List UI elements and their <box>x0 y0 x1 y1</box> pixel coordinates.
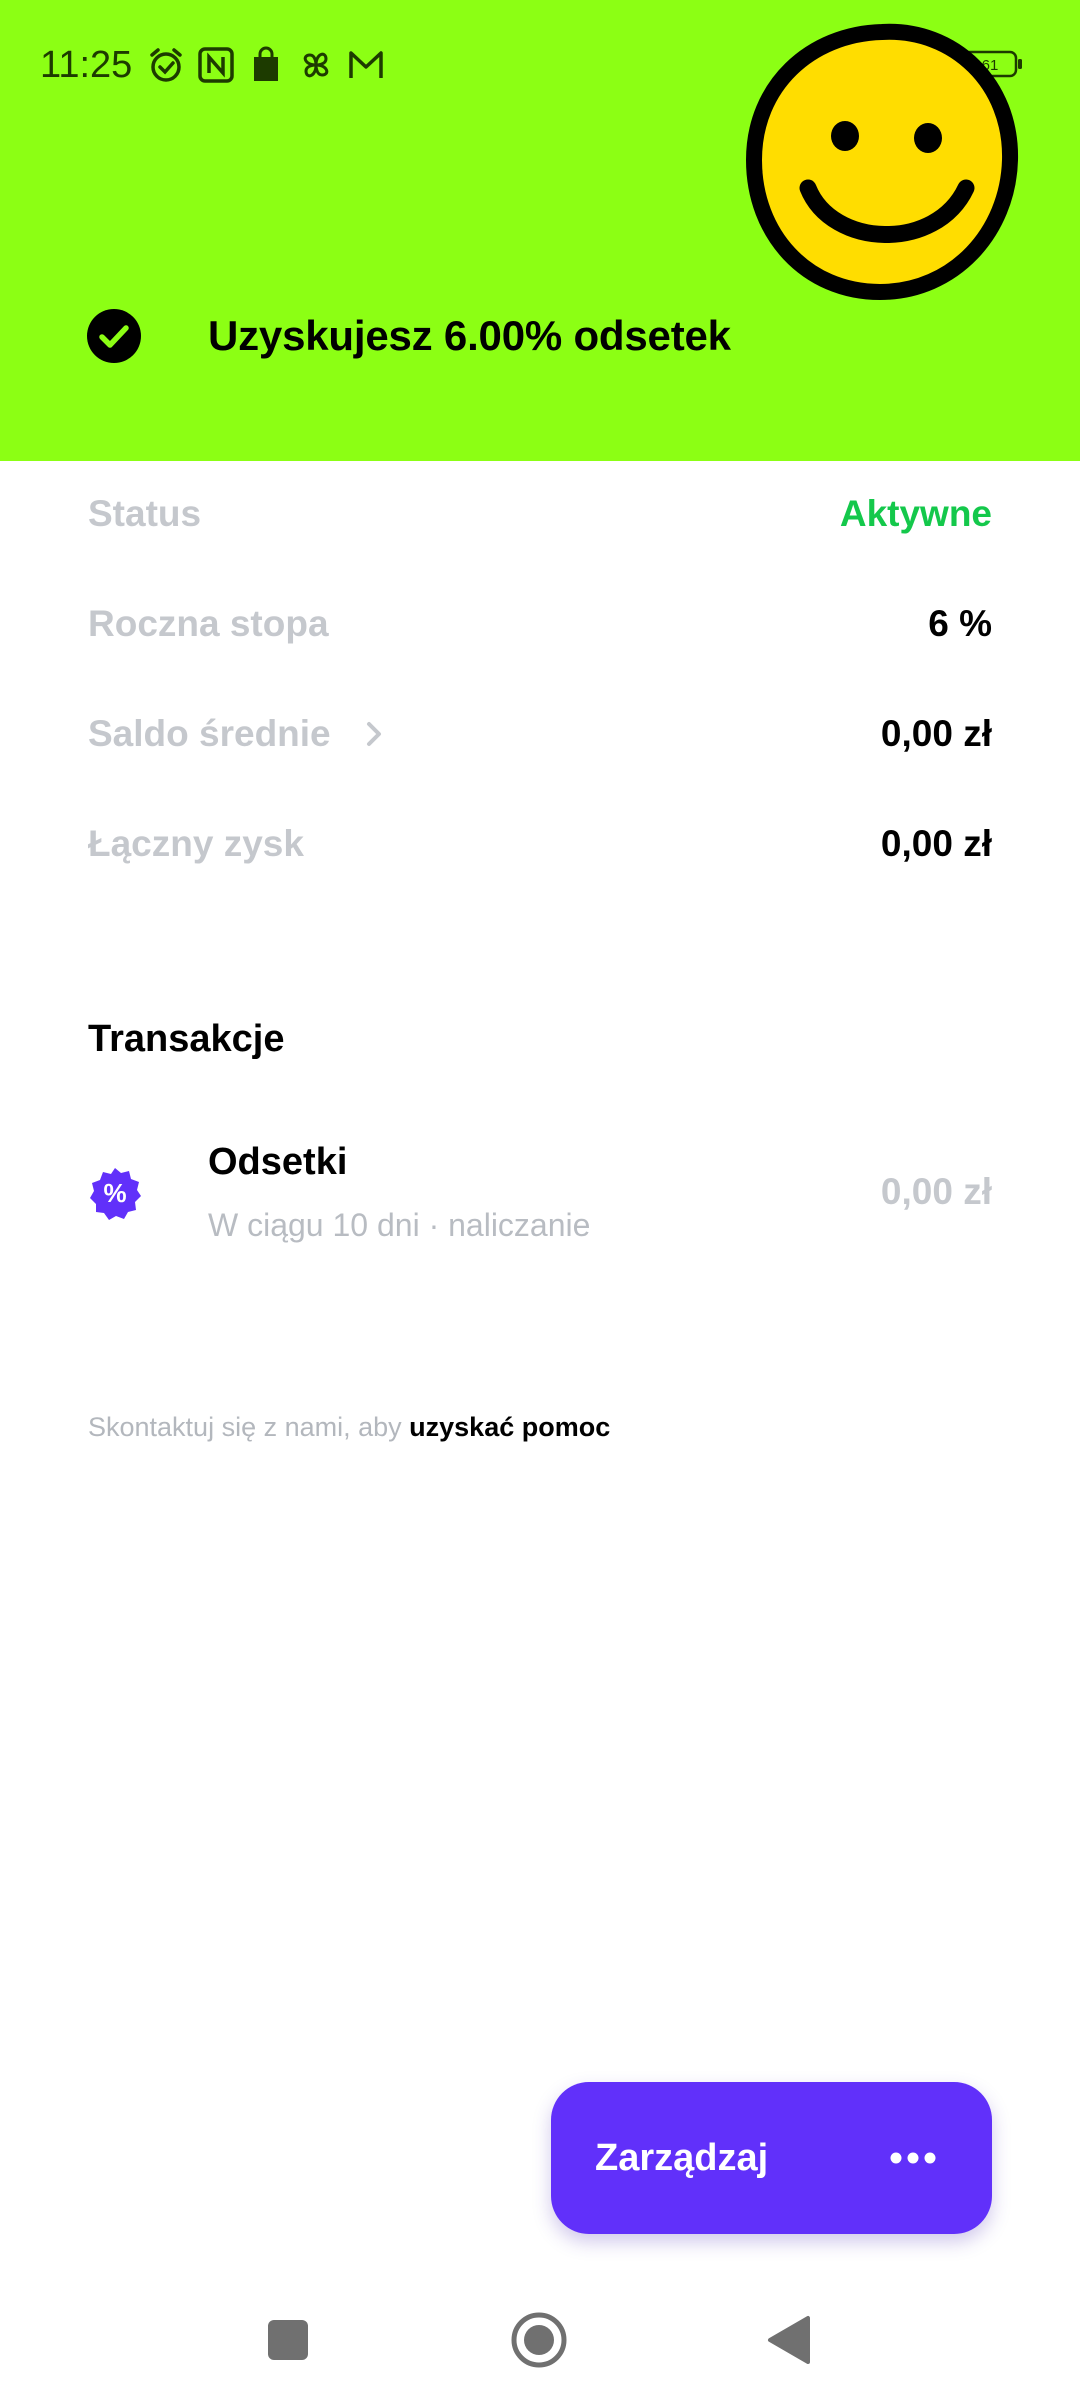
alarm-icon <box>150 48 183 82</box>
manage-button[interactable]: Zarządzaj <box>551 2082 992 2234</box>
total-profit-label: Łączny zysk <box>88 823 304 864</box>
hero-banner: 11:25 61 Uzyskujesz 6.00% odsetek <box>0 0 1080 461</box>
interest-title: Uzyskujesz 6.00% odsetek <box>208 312 731 359</box>
recent-apps-icon[interactable] <box>258 2310 318 2370</box>
help-prefix: Skontaktuj się z nami, aby <box>88 1412 410 1442</box>
home-icon[interactable] <box>509 2310 569 2370</box>
chevron-right-icon[interactable] <box>361 719 387 749</box>
average-balance-text[interactable]: Saldo średnie <box>88 713 331 755</box>
transaction-title: Odsetki <box>208 1141 348 1183</box>
shopping-bag-icon <box>254 46 279 81</box>
transaction-amount: 0,00 zł <box>880 1171 992 1212</box>
back-icon[interactable] <box>760 2310 820 2370</box>
check-circle-icon <box>87 309 141 363</box>
detail-row-average-balance[interactable]: Saldo średnie 0,00 zł <box>88 704 992 764</box>
average-balance-label[interactable]: Saldo średnie <box>88 713 387 755</box>
annual-rate-label: Roczna stopa <box>88 603 329 644</box>
status-label: Status <box>88 493 202 534</box>
help-text: Skontaktuj się z nami, aby uzyskać pomoc <box>88 1412 610 1443</box>
interest-banner: Uzyskujesz 6.00% odsetek <box>86 308 731 364</box>
percent-badge-icon: % <box>90 1168 141 1220</box>
manage-label[interactable]: Zarządzaj <box>595 2137 768 2180</box>
smiley-illustration <box>746 23 1019 300</box>
svg-text:%: % <box>103 1178 126 1208</box>
status-bar: 11:25 <box>40 40 386 90</box>
average-balance-value: 0,00 zł <box>880 713 992 754</box>
pinwheel-icon <box>304 52 329 78</box>
status-time: 11:25 <box>40 43 133 86</box>
nfc-icon <box>198 47 235 83</box>
help-link[interactable]: uzyskać pomoc <box>409 1412 610 1442</box>
system-nav-bar <box>0 2290 1080 2380</box>
total-profit-value: 0,00 zł <box>880 823 992 864</box>
detail-row-annual-rate: Roczna stopa 6 % <box>88 594 992 654</box>
gmail-icon <box>349 51 384 78</box>
status-value: Aktywne <box>839 493 992 534</box>
transaction-row[interactable]: % Odsetki W ciągu 10 dni · naliczanie 0,… <box>88 1135 992 1255</box>
transactions-title: Transakcje <box>88 1018 285 1060</box>
annual-rate-value: 6 % <box>928 603 992 644</box>
detail-row-total-profit: Łączny zysk 0,00 zł <box>88 814 992 874</box>
detail-row-status: Status Aktywne <box>88 484 992 544</box>
transaction-subtitle: W ciągu 10 dni · naliczanie <box>208 1207 591 1243</box>
more-options-icon[interactable] <box>890 2151 936 2165</box>
